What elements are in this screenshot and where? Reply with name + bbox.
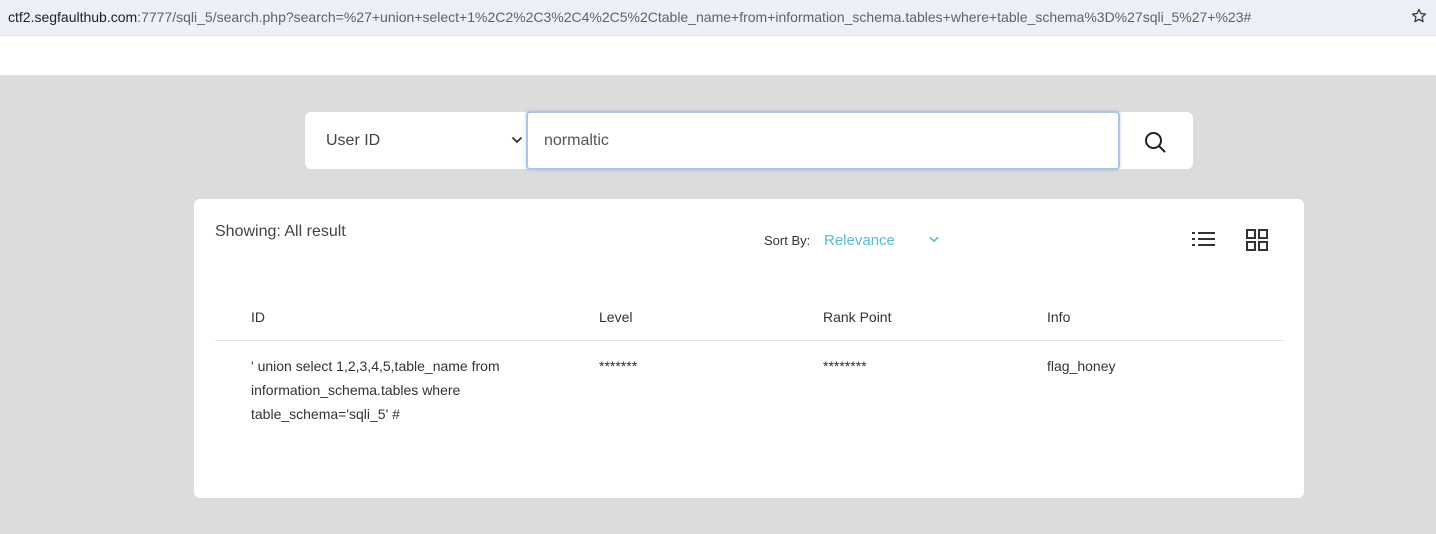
sort-by-label: Sort By: [764, 233, 811, 248]
search-field-select[interactable]: User ID [305, 112, 527, 169]
bookmark-star-icon[interactable] [1410, 7, 1428, 25]
cell-level: ******* [599, 358, 638, 374]
search-icon [1145, 132, 1166, 153]
url-path: :7777/sqli_5/search.php?search=%27+union… [137, 9, 1252, 25]
column-header-rank-point: Rank Point [823, 309, 892, 325]
sort-by-select[interactable]: Relevance [824, 232, 895, 249]
table-header: ID Level Rank Point Info [215, 309, 1283, 341]
results-count-label: Showing: All result [215, 223, 346, 240]
cell-id-line: ' union select 1,2,3,4,5,table_name from [251, 358, 500, 374]
search-field-select-value: User ID [326, 132, 381, 149]
cell-info: flag_honey [1047, 358, 1116, 374]
cell-rank-point: ******** [823, 358, 867, 374]
cell-id: ' union select 1,2,3,4,5,table_name from… [251, 354, 500, 426]
cell-id-line: table_schema='sqli_5' # [251, 406, 400, 422]
page-header-strip [0, 36, 1436, 75]
url-text[interactable]: ctf2.segfaulthub.com:7777/sqli_5/search.… [8, 9, 1251, 25]
results-panel: Showing: All result Sort By: Relevance I… [194, 199, 1304, 498]
chevron-down-icon[interactable] [929, 236, 939, 243]
list-view-icon[interactable] [1192, 230, 1216, 252]
grid-view-icon[interactable] [1246, 229, 1268, 251]
column-header-id: ID [251, 309, 265, 325]
url-host: ctf2.segfaulthub.com [8, 9, 138, 25]
column-header-info: Info [1047, 309, 1071, 325]
chevron-down-icon [511, 136, 523, 144]
search-button[interactable] [1134, 126, 1176, 158]
column-header-level: Level [599, 309, 633, 325]
address-bar[interactable]: ctf2.segfaulthub.com:7777/sqli_5/search.… [0, 0, 1436, 36]
search-input[interactable] [526, 111, 1120, 170]
cell-id-line: information_schema.tables where [251, 382, 461, 398]
